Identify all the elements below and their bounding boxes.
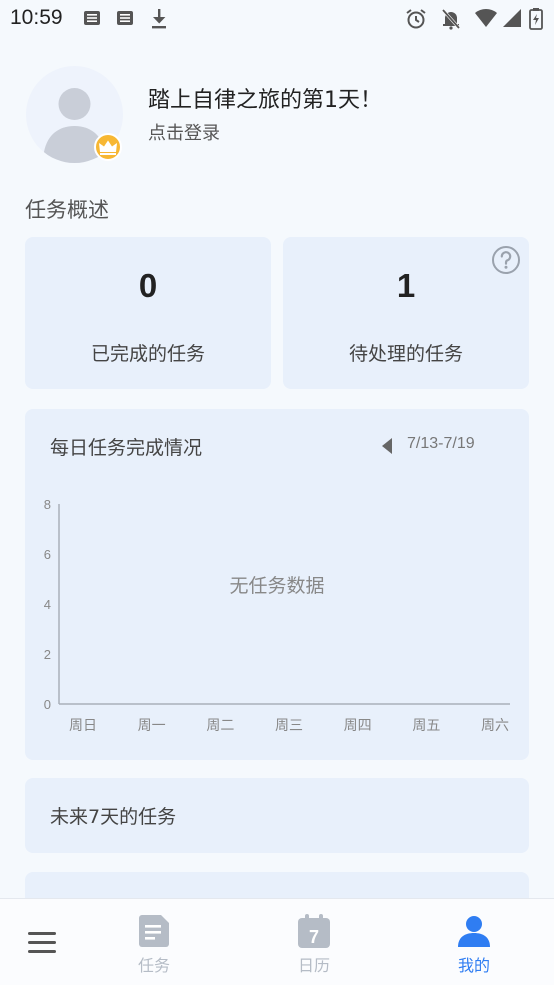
download-icon — [149, 8, 169, 34]
battery-icon — [529, 8, 543, 34]
menu-button[interactable] — [14, 899, 72, 985]
overview-title: 任务概述 — [25, 198, 109, 222]
completed-tasks-card[interactable]: 0 已完成的任务 — [25, 237, 271, 389]
hamburger-menu-icon — [28, 932, 56, 953]
y-tick-label: 0 — [44, 697, 51, 712]
y-tick-label: 2 — [44, 647, 51, 662]
sim-card-icon — [115, 8, 135, 32]
pending-label: 待处理的任务 — [348, 343, 463, 365]
login-link[interactable]: 点击登录 — [148, 119, 220, 145]
notifications-off-icon — [440, 8, 462, 34]
bottom-navigation: 任务 7 日历 我的 — [0, 898, 554, 985]
greeting-text: 踏上自律之旅的第1天！ — [148, 88, 382, 113]
x-tick-label: 周四 — [344, 718, 372, 734]
calendar-icon: 7 — [298, 914, 330, 948]
status-time: 10:59 — [10, 6, 63, 29]
x-tick-label: 周三 — [275, 718, 303, 734]
no-data-text: 无任务数据 — [229, 575, 325, 597]
crown-icon — [99, 140, 117, 155]
x-tick-label: 周五 — [412, 718, 440, 734]
crown-badge — [94, 133, 122, 161]
wifi-icon — [474, 8, 498, 32]
week-range[interactable]: 7/13-7/19 — [407, 435, 475, 453]
daily-completion-card: 0 2 4 6 8 周日 周一 周二 周三 周四 周五 周六 每日任务完成情况 7/13-7/19 无… — [25, 409, 529, 760]
status-bar: 10:59 — [0, 0, 554, 38]
calendar-day-number: 7 — [309, 927, 319, 947]
x-tick-label: 周日 — [69, 718, 97, 734]
signal-icon — [502, 8, 522, 32]
alarm-icon — [405, 8, 427, 34]
caret-left-icon[interactable] — [382, 438, 394, 458]
nav-item-calendar[interactable]: 7 日历 — [274, 899, 354, 985]
x-tick-label: 周六 — [481, 718, 509, 734]
nav-label-mine: 我的 — [457, 956, 490, 975]
nav-label-calendar: 日历 — [297, 956, 330, 975]
nav-label-tasks: 任务 — [137, 956, 170, 975]
upcoming-tasks-card[interactable]: 未来7天的任务 — [25, 778, 529, 853]
nav-item-mine[interactable]: 我的 — [434, 899, 514, 985]
pending-count: 1 — [396, 267, 416, 304]
y-tick-label: 6 — [44, 547, 51, 562]
y-tick-label: 4 — [44, 597, 51, 612]
completed-label: 已完成的任务 — [90, 343, 205, 365]
task-list-icon — [139, 915, 169, 947]
sim-card-icon — [82, 8, 102, 32]
x-tick-label: 周一 — [138, 718, 166, 734]
person-icon — [458, 916, 490, 947]
completed-count: 0 — [138, 267, 158, 304]
nav-item-tasks[interactable]: 任务 — [114, 899, 194, 985]
chart-title: 每日任务完成情况 — [50, 437, 203, 459]
y-tick-label: 8 — [44, 497, 51, 512]
pending-tasks-card[interactable]: 1 待处理的任务 — [283, 237, 529, 389]
x-tick-label: 周二 — [206, 718, 234, 734]
upcoming-title: 未来7天的任务 — [50, 806, 177, 828]
